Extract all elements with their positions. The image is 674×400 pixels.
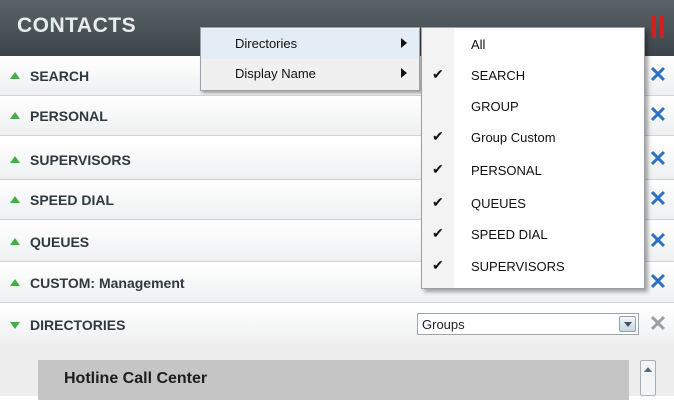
close-icon[interactable]: ✕: [648, 64, 668, 86]
contacts-title: CONTACTS: [17, 14, 137, 37]
section-label: QUEUES: [30, 234, 90, 250]
submenu-arrow-icon: [401, 68, 407, 78]
close-icon[interactable]: ✕: [648, 188, 668, 210]
submenu-item-personal[interactable]: ✔ PERSONAL: [422, 156, 644, 186]
submenu-item-search[interactable]: ✔ SEARCH: [422, 61, 644, 91]
submenu-item-group[interactable]: GROUP: [422, 92, 644, 122]
section-directories[interactable]: DIRECTORIES Groups ✕: [0, 305, 674, 345]
submenu-item-label: All: [471, 37, 486, 52]
close-icon[interactable]: ✕: [648, 313, 668, 335]
menu-item-label: Display Name: [235, 66, 316, 81]
scrollbar-up-button[interactable]: [640, 360, 656, 396]
section-label: SPEED DIAL: [30, 192, 115, 208]
expand-triangle-icon: [10, 238, 20, 245]
checkmark-icon: ✔: [432, 194, 444, 210]
section-label: SUPERVISORS: [30, 152, 131, 168]
checkmark-icon: ✔: [432, 66, 444, 82]
checkmark-icon: ✔: [432, 128, 444, 144]
close-icon[interactable]: ✕: [648, 230, 668, 252]
section-label: DIRECTORIES: [30, 317, 126, 333]
directory-card[interactable]: Hotline Call Center: [38, 360, 629, 400]
expand-triangle-icon: [10, 156, 20, 163]
submenu-item-queues[interactable]: ✔ QUEUES: [422, 189, 644, 219]
checkmark-icon: ✔: [432, 257, 444, 273]
checkmark-icon: ✔: [432, 161, 444, 177]
checkmark-icon: ✔: [432, 225, 444, 241]
directory-card-title: Hotline Call Center: [64, 370, 208, 387]
submenu-item-label: SPEED DIAL: [471, 227, 548, 242]
section-label: SEARCH: [30, 68, 90, 84]
expand-triangle-icon: [10, 279, 20, 286]
submenu-item-label: SEARCH: [471, 68, 526, 83]
section-label: PERSONAL: [30, 108, 108, 124]
options-menu: Directories Display Name: [200, 27, 420, 91]
close-icon[interactable]: ✕: [648, 148, 668, 170]
submenu-item-label: SUPERVISORS: [471, 259, 565, 274]
submenu-item-label: QUEUES: [471, 196, 526, 211]
submenu-item-group-custom[interactable]: ✔ Group Custom: [422, 123, 644, 153]
directories-content: Hotline Call Center: [0, 344, 674, 400]
expand-triangle-icon: [10, 196, 20, 203]
collapse-triangle-icon: [10, 322, 20, 329]
section-label: CUSTOM: Management: [30, 275, 185, 291]
submenu-item-label: PERSONAL: [471, 163, 542, 178]
menu-item-display-name[interactable]: Display Name: [201, 59, 419, 89]
chevron-down-icon[interactable]: [619, 316, 636, 332]
header-menu-icon[interactable]: [652, 16, 666, 40]
submenu-item-supervisors[interactable]: ✔ SUPERVISORS: [422, 252, 644, 282]
expand-triangle-icon: [10, 112, 20, 119]
directory-select[interactable]: Groups: [417, 313, 639, 335]
expand-triangle-icon: [10, 72, 20, 79]
close-icon[interactable]: ✕: [648, 104, 668, 126]
submenu-arrow-icon: [401, 38, 407, 48]
submenu-item-label: GROUP: [471, 99, 519, 114]
menu-item-label: Directories: [235, 36, 298, 51]
submenu-item-all[interactable]: All: [422, 30, 644, 60]
menu-item-directories[interactable]: Directories: [201, 29, 419, 59]
directories-submenu: All ✔ SEARCH GROUP ✔ Group Custom ✔ PERS…: [421, 27, 645, 289]
submenu-item-label: Group Custom: [471, 130, 556, 145]
close-icon[interactable]: ✕: [648, 271, 668, 293]
contacts-panel: CONTACTS SEARCH ✕ PERSONAL ✕ SUPERVISORS…: [0, 0, 674, 400]
submenu-item-speed-dial[interactable]: ✔ SPEED DIAL: [422, 220, 644, 250]
directory-select-value: Groups: [422, 317, 465, 332]
